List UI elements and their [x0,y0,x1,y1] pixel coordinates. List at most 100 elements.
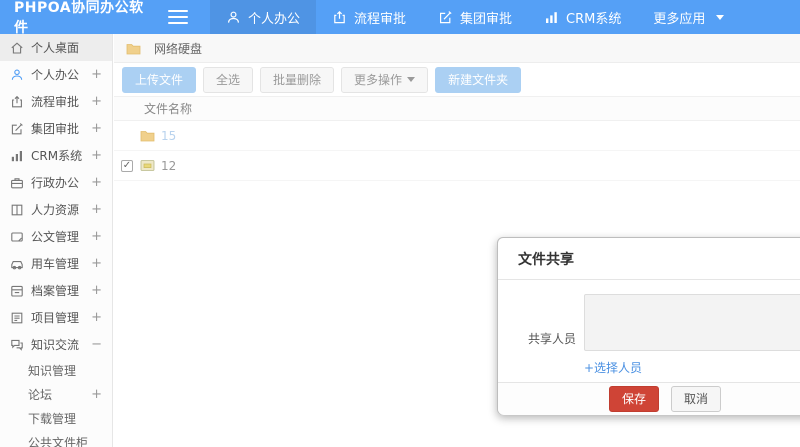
file-name-link[interactable]: 12 [161,159,176,173]
expand-plus[interactable]: + [91,310,102,325]
zip-file-icon [140,160,155,171]
share-personnel-label: 共享人员 [528,332,577,346]
table-row[interactable]: 15 [114,121,800,151]
sidebar-subitem-knowledge-management[interactable]: 知识管理 [0,358,112,382]
expand-plus[interactable]: + [91,148,102,163]
toolbar: 上传文件 全选 批量删除 更多操作 新建文件夹 [114,63,800,96]
sidebar-subitem-label: 公共文件柜 [28,435,89,447]
expand-plus[interactable]: + [91,256,102,271]
sidebar-subitem-label: 知识管理 [28,363,77,378]
select-all-button[interactable]: 全选 [203,66,254,93]
sidebar-item-project-management[interactable]: 项目管理 + [0,304,112,331]
batch-delete-button[interactable]: 批量删除 [260,66,335,93]
topbar: PHPOA协同办公软件 个人办公 流程审批 集团审批 CRM系统 更多应用 [0,0,800,36]
expand-plus[interactable]: + [91,175,102,190]
expand-plus[interactable]: + [91,121,102,136]
chat-icon [10,338,24,352]
sidebar-item-label: 项目管理 [31,311,80,325]
cancel-button[interactable]: 取消 [671,386,722,412]
sidebar-item-label: 个人桌面 [31,41,80,55]
app-logo: PHPOA协同办公软件 [14,0,144,36]
modal-footer: 保存 取消 [498,382,800,415]
approval-icon [10,95,24,109]
expand-plus[interactable]: + [91,67,102,82]
modal-body: 共享人员 +选择人员 [498,280,800,382]
row-checkbox-checked[interactable]: ✓ [121,159,133,172]
more-actions-label: 更多操作 [354,72,403,87]
sidebar-item-workflow-approval[interactable]: 流程审批 + [0,88,112,115]
new-folder-button[interactable]: 新建文件夹 [435,66,522,93]
approval-icon [332,10,347,25]
sidebar-item-knowledge-exchange[interactable]: 知识交流 − [0,331,112,358]
sidebar-subitem-label: 下载管理 [28,411,77,426]
sidebar-item-document-management[interactable]: 公文管理 + [0,223,112,250]
sidebar-subitem-forum[interactable]: 论坛 + [0,382,112,406]
topnav-label: 个人办公 [248,11,301,27]
chart-icon [10,149,24,163]
table-header: 文件名称 [114,96,800,121]
expand-plus[interactable]: + [91,387,102,402]
more-actions-button[interactable]: 更多操作 [341,66,429,93]
home-icon [10,41,24,55]
sidebar-item-group-approval[interactable]: 集团审批 + [0,115,112,142]
sidebar-item-label: 档案管理 [31,284,80,298]
archive-icon [10,284,24,298]
folder-icon [140,131,155,142]
checkbox-cell: ✓ [114,159,140,172]
select-personnel-link[interactable]: +选择人员 [584,359,642,376]
sidebar-item-label: 用车管理 [31,257,80,271]
sidebar-item-label: 行政办公 [31,176,80,190]
topnav-workflow-approval[interactable]: 流程审批 [316,0,422,34]
folder-name-link[interactable]: 15 [161,129,176,143]
chart-icon [544,10,559,25]
edit-icon [10,122,24,136]
expand-plus[interactable]: + [91,229,102,244]
sidebar-item-label: 集团审批 [31,122,80,136]
user-icon [226,10,241,25]
hamburger-menu-icon[interactable] [168,10,188,24]
sidebar-item-label: 公文管理 [31,230,80,244]
modal-title: 文件共享 [518,251,574,268]
sidebar-item-vehicle-management[interactable]: 用车管理 + [0,250,112,277]
car-icon [10,257,24,271]
topnav-group-approval[interactable]: 集团审批 [422,0,528,34]
topnav-personal-office[interactable]: 个人办公 [210,0,317,34]
breadcrumb-label: 网络硬盘 [154,41,203,56]
topnav-label: 流程审批 [354,11,407,27]
sidebar-item-human-resources[interactable]: 人力资源 + [0,196,112,223]
expand-plus[interactable]: + [91,94,102,109]
sidebar: 个人桌面 个人办公 + 流程审批 + 集团审批 + CRM系统 + 行政办公 + [0,34,113,447]
breadcrumb: 网络硬盘 [114,34,800,63]
edit-icon [438,10,453,25]
book-icon [10,203,24,217]
sidebar-item-label: CRM系统 [31,149,83,163]
column-file-name: 文件名称 [144,102,193,116]
save-button[interactable]: 保存 [608,386,659,412]
topnav-label: CRM系统 [566,11,622,27]
modal-header: 文件共享 [498,238,800,280]
upload-file-button[interactable]: 上传文件 [122,66,197,93]
expand-minus[interactable]: − [91,337,102,352]
sidebar-subitem-download-management[interactable]: 下载管理 [0,406,112,430]
share-personnel-field[interactable] [584,294,800,351]
file-share-modal: 文件共享 共享人员 +选择人员 保存 取消 [497,237,800,415]
topnav-crm-system[interactable]: CRM系统 [528,0,637,34]
user-icon [10,68,24,82]
topnav-label: 更多应用 [653,11,706,27]
expand-plus[interactable]: + [91,202,102,217]
sidebar-item-label: 知识交流 [31,338,80,352]
sidebar-item-archive-management[interactable]: 档案管理 + [0,277,112,304]
topnav-label: 集团审批 [460,11,513,27]
sidebar-item-label: 人力资源 [31,203,80,217]
sidebar-item-personal-office[interactable]: 个人办公 + [0,61,112,88]
sidebar-subitem-public-file-cabinet[interactable]: 公共文件柜 [0,430,112,447]
topnav-more-apps[interactable]: 更多应用 [637,0,740,34]
table-row[interactable]: ✓ 12 [114,151,800,181]
sidebar-item-admin-office[interactable]: 行政办公 + [0,169,112,196]
sidebar-item-personal-desktop[interactable]: 个人桌面 [0,34,112,61]
top-navigation: 个人办公 流程审批 集团审批 CRM系统 更多应用 [210,0,740,34]
caret-down-icon [407,77,416,82]
expand-plus[interactable]: + [91,283,102,298]
project-icon [10,311,24,325]
sidebar-item-crm-system[interactable]: CRM系统 + [0,142,112,169]
